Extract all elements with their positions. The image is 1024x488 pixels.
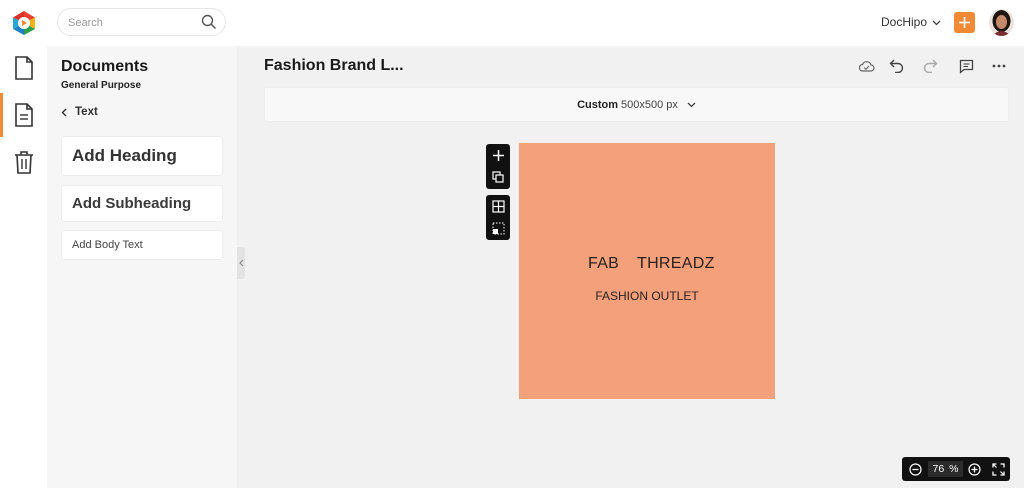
text-panel: Documents General Purpose Text Add Headi… xyxy=(47,46,237,488)
team-switcher[interactable]: DocHipo xyxy=(881,15,941,29)
collapse-panel-handle[interactable] xyxy=(237,247,245,279)
add-subheading-button[interactable]: Add Subheading xyxy=(61,185,223,222)
panel-title: Documents xyxy=(61,58,149,75)
back-label: Text xyxy=(75,106,98,118)
cloud-sync-icon[interactable] xyxy=(856,56,876,76)
panel-subtitle: General Purpose xyxy=(61,80,142,91)
back-to-text-link[interactable]: Text xyxy=(61,106,98,118)
rail-item-documents[interactable] xyxy=(0,46,47,90)
left-rail xyxy=(0,46,47,488)
document-title[interactable]: Fashion Brand L... xyxy=(264,57,404,75)
app-logo-icon[interactable] xyxy=(11,10,37,36)
team-label: DocHipo xyxy=(881,15,928,29)
zoom-control: 76 % xyxy=(902,457,1010,481)
tagline-text[interactable]: FASHION OUTLET xyxy=(519,289,775,303)
top-bar: DocHipo xyxy=(0,0,1024,46)
grid-button[interactable] xyxy=(486,195,510,217)
brand-word-threadz[interactable]: THREADZ xyxy=(637,255,715,273)
add-heading-button[interactable]: Add Heading xyxy=(61,136,223,176)
plus-icon xyxy=(492,149,504,161)
select-area-icon xyxy=(492,222,504,234)
search-icon[interactable] xyxy=(201,14,217,30)
rail-item-text[interactable] xyxy=(0,93,47,137)
trash-icon xyxy=(14,151,33,174)
zoom-in-icon xyxy=(967,462,981,476)
comment-icon[interactable] xyxy=(956,56,976,76)
fullscreen-icon xyxy=(991,462,1005,476)
create-new-button[interactable] xyxy=(954,12,975,33)
design-canvas[interactable]: FAB THREADZ FASHION OUTLET xyxy=(519,143,775,399)
zoom-out-icon xyxy=(908,462,922,476)
search-input[interactable] xyxy=(68,14,193,31)
plus-icon xyxy=(959,17,970,28)
text-document-icon xyxy=(14,103,33,127)
page-toolbar xyxy=(486,144,510,189)
zoom-percent: 76 xyxy=(932,463,945,475)
chevron-left-icon xyxy=(61,108,67,116)
size-label: Custom xyxy=(577,98,619,111)
duplicate-page-button[interactable] xyxy=(486,166,510,188)
duplicate-icon xyxy=(492,171,504,183)
grid-icon xyxy=(491,199,505,213)
add-page-button[interactable] xyxy=(486,144,510,166)
chevron-down-icon xyxy=(687,102,696,107)
search-box[interactable] xyxy=(57,8,226,36)
zoom-in-button[interactable] xyxy=(966,461,982,477)
document-icon xyxy=(14,56,33,80)
canvas-size-selector[interactable]: Custom 500x500 px xyxy=(264,87,1009,122)
layout-toolbar xyxy=(486,195,510,240)
more-icon[interactable] xyxy=(989,56,1009,76)
rail-item-trash[interactable] xyxy=(0,140,47,184)
chevron-down-icon xyxy=(932,15,941,29)
select-area-button[interactable] xyxy=(486,217,510,239)
chevron-left-icon xyxy=(238,259,243,267)
brand-word-fab[interactable]: FAB xyxy=(588,255,619,273)
add-body-text-button[interactable]: Add Body Text xyxy=(61,230,223,260)
avatar[interactable] xyxy=(989,9,1014,36)
zoom-out-button[interactable] xyxy=(907,461,923,477)
undo-icon[interactable] xyxy=(886,56,906,76)
zoom-value[interactable]: 76 % xyxy=(928,461,963,477)
redo-icon[interactable] xyxy=(920,56,940,76)
fullscreen-button[interactable] xyxy=(990,461,1006,477)
zoom-unit: % xyxy=(949,463,959,475)
size-value: 500x500 px xyxy=(621,98,678,111)
